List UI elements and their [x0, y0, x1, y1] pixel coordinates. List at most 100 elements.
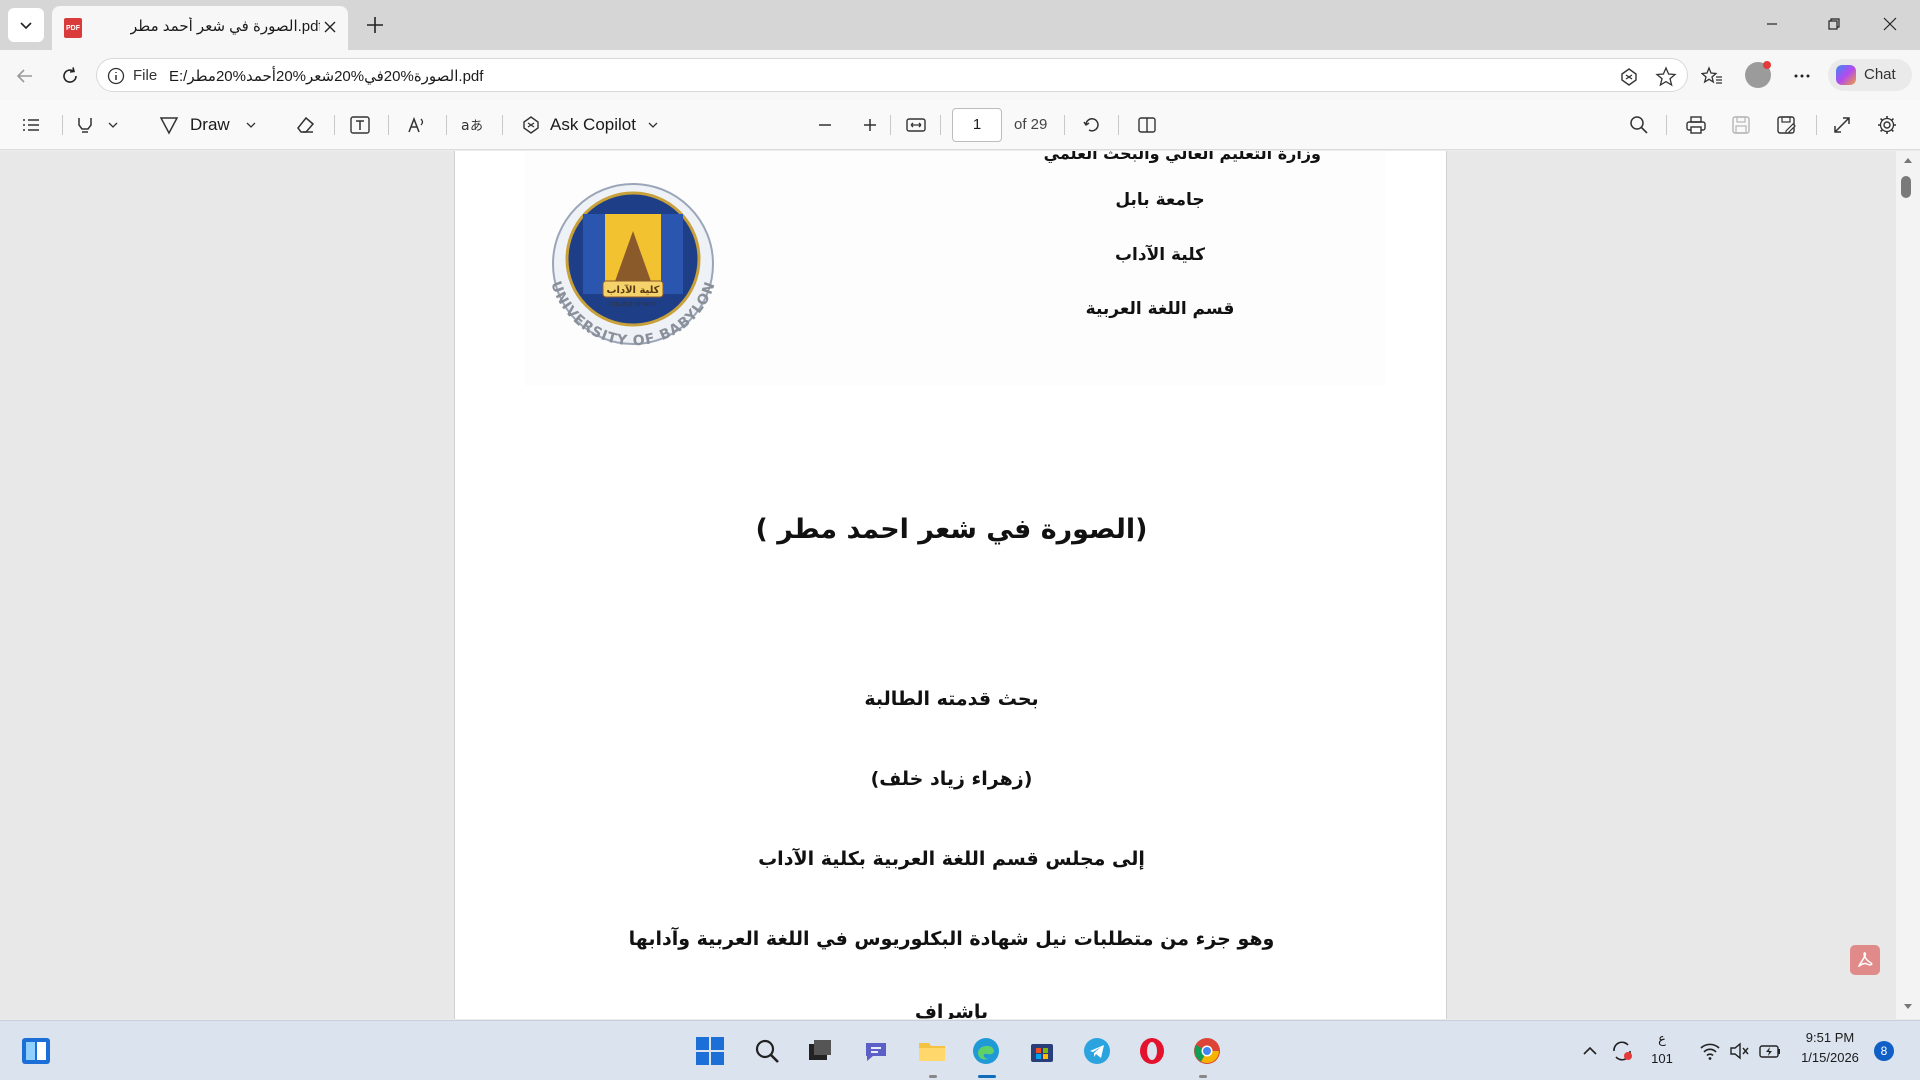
address-input[interactable]: File E:/الصورة%20في%20شعر%20أحمد%20مطر.p… [96, 58, 1688, 92]
vertical-scrollbar[interactable] [1896, 151, 1920, 1019]
save-as-button[interactable] [1775, 110, 1797, 140]
folder-icon [919, 1043, 945, 1061]
battery-charging-icon [1759, 1045, 1780, 1058]
chevron-down-icon [246, 122, 256, 128]
browser-tab[interactable]: PDF الصورة في شعر أحمد مطر.pdf [52, 6, 348, 50]
document-title: (الصورة في شعر احمد مطر ) [755, 514, 1148, 545]
read-aloud-button[interactable] [1617, 65, 1641, 89]
page-view-icon [1138, 117, 1156, 133]
close-tab-button[interactable] [318, 15, 342, 39]
widgets-button[interactable] [18, 1033, 54, 1069]
find-button[interactable] [1628, 110, 1650, 140]
copilot-icon [1836, 65, 1856, 85]
telegram-icon [1084, 1038, 1110, 1064]
more-icon [1794, 74, 1810, 78]
draw-button[interactable]: Draw [158, 110, 256, 140]
url-text: E:/الصورة%20في%20شعر%20أحمد%20مطر.pdf [169, 68, 484, 85]
college-line: كلية الآداب [1114, 245, 1206, 265]
add-text-button[interactable] [349, 110, 371, 140]
copilot-chat-button[interactable]: Chat [1828, 59, 1912, 91]
rotate-button[interactable] [1081, 110, 1103, 140]
body-line-2: (زهراء زياد خلف) [870, 768, 1033, 790]
store-button[interactable] [1024, 1033, 1060, 1069]
notification-badge[interactable]: 8 [1874, 1041, 1894, 1061]
print-button[interactable] [1685, 110, 1707, 140]
language-indicator-top[interactable]: ع [1652, 1031, 1672, 1047]
pdf-toolbar: Draw aあ Ask Copilot 1 of 29 [0, 100, 1920, 150]
full-screen-button[interactable] [1831, 110, 1853, 140]
toolbar-divider [502, 115, 503, 135]
new-tab-button[interactable] [360, 10, 390, 40]
body-line-5: بإشراف [914, 1001, 989, 1019]
ask-copilot-button[interactable]: Ask Copilot [520, 110, 658, 140]
info-icon [107, 67, 125, 85]
svg-text:あ: あ [470, 119, 483, 134]
translate-button[interactable]: aあ [460, 110, 484, 140]
body-line-4: وهو جزء من متطلبات نيل شهادة البكلوريوس … [628, 928, 1275, 950]
teams-chat-icon [866, 1043, 886, 1061]
search-icon [755, 1039, 779, 1063]
scrollbar-thumb[interactable] [1901, 176, 1911, 198]
chrome-button[interactable] [1189, 1033, 1225, 1069]
pdf-viewer[interactable]: وزارة التعليم العالي والبحث العلمي جامعة… [0, 151, 1920, 1019]
highlighter-icon [78, 118, 92, 133]
save-button[interactable] [1730, 110, 1752, 140]
minimize-button[interactable] [1750, 6, 1794, 42]
copilot-icon [523, 116, 539, 134]
minus-icon [819, 124, 831, 126]
task-view-button[interactable] [802, 1033, 838, 1069]
toolbar-divider [1816, 115, 1817, 135]
toolbar-divider [1666, 115, 1667, 135]
edge-button[interactable] [968, 1033, 1004, 1069]
highlight-button[interactable] [74, 110, 118, 140]
teams-button[interactable] [858, 1033, 894, 1069]
close-window-button[interactable] [1868, 6, 1912, 42]
save-icon [1732, 116, 1750, 134]
page-number-input[interactable]: 1 [952, 108, 1002, 142]
zoom-out-button[interactable] [816, 110, 834, 140]
university-line: جامعة بابل [1115, 190, 1205, 210]
minimize-icon [1767, 23, 1777, 25]
refresh-button[interactable] [54, 60, 86, 92]
toolbar-divider [1064, 115, 1065, 135]
department-line: قسم اللغة العربية [1085, 299, 1235, 319]
running-app-indicator [929, 1075, 937, 1078]
toolbar-divider [1118, 115, 1119, 135]
clock-time[interactable]: 9:51 PM [1795, 1030, 1865, 1045]
read-aloud-button[interactable] [406, 110, 428, 140]
start-button[interactable] [692, 1033, 728, 1069]
settings-more-button[interactable] [1786, 60, 1818, 92]
battery-button[interactable] [1752, 1033, 1788, 1069]
language-indicator-bottom[interactable]: 101 [1648, 1051, 1676, 1066]
chevron-up-icon [1583, 1046, 1597, 1055]
tab-actions-button[interactable] [8, 8, 44, 42]
pdf-settings-button[interactable] [1876, 110, 1898, 140]
erase-button[interactable] [294, 110, 316, 140]
draw-label: Draw [190, 115, 230, 134]
telegram-button[interactable] [1079, 1033, 1115, 1069]
restore-button[interactable] [1812, 6, 1856, 42]
zoom-in-button[interactable] [861, 110, 879, 140]
back-button[interactable] [9, 60, 41, 92]
toolbar-divider [446, 115, 447, 135]
page-view-button[interactable] [1136, 110, 1158, 140]
favorites-button[interactable] [1696, 60, 1728, 92]
fit-to-width-button[interactable] [905, 110, 927, 140]
opera-button[interactable] [1134, 1033, 1170, 1069]
university-logo: كلية الآداب COLLEGE OF ARTS UNIVERSITY O… [547, 183, 718, 350]
active-app-indicator [978, 1075, 996, 1078]
logo-banner-text: كلية الآداب [606, 284, 659, 296]
file-explorer-button[interactable] [914, 1033, 950, 1069]
show-hidden-icons-button[interactable] [1572, 1033, 1608, 1069]
favorite-button[interactable] [1654, 65, 1678, 89]
acrobat-button[interactable] [1850, 945, 1880, 975]
contents-button[interactable] [20, 110, 42, 140]
chevron-down-icon [648, 122, 658, 128]
sync-status-button[interactable] [1604, 1033, 1640, 1069]
plus-icon [864, 119, 876, 131]
address-bar: File E:/الصورة%20في%20شعر%20أحمد%20مطر.p… [0, 50, 1920, 100]
toolbar-divider [334, 115, 335, 135]
search-button[interactable] [749, 1033, 785, 1069]
clock-date[interactable]: 1/15/2026 [1795, 1050, 1865, 1065]
table-of-contents-icon [23, 119, 39, 131]
